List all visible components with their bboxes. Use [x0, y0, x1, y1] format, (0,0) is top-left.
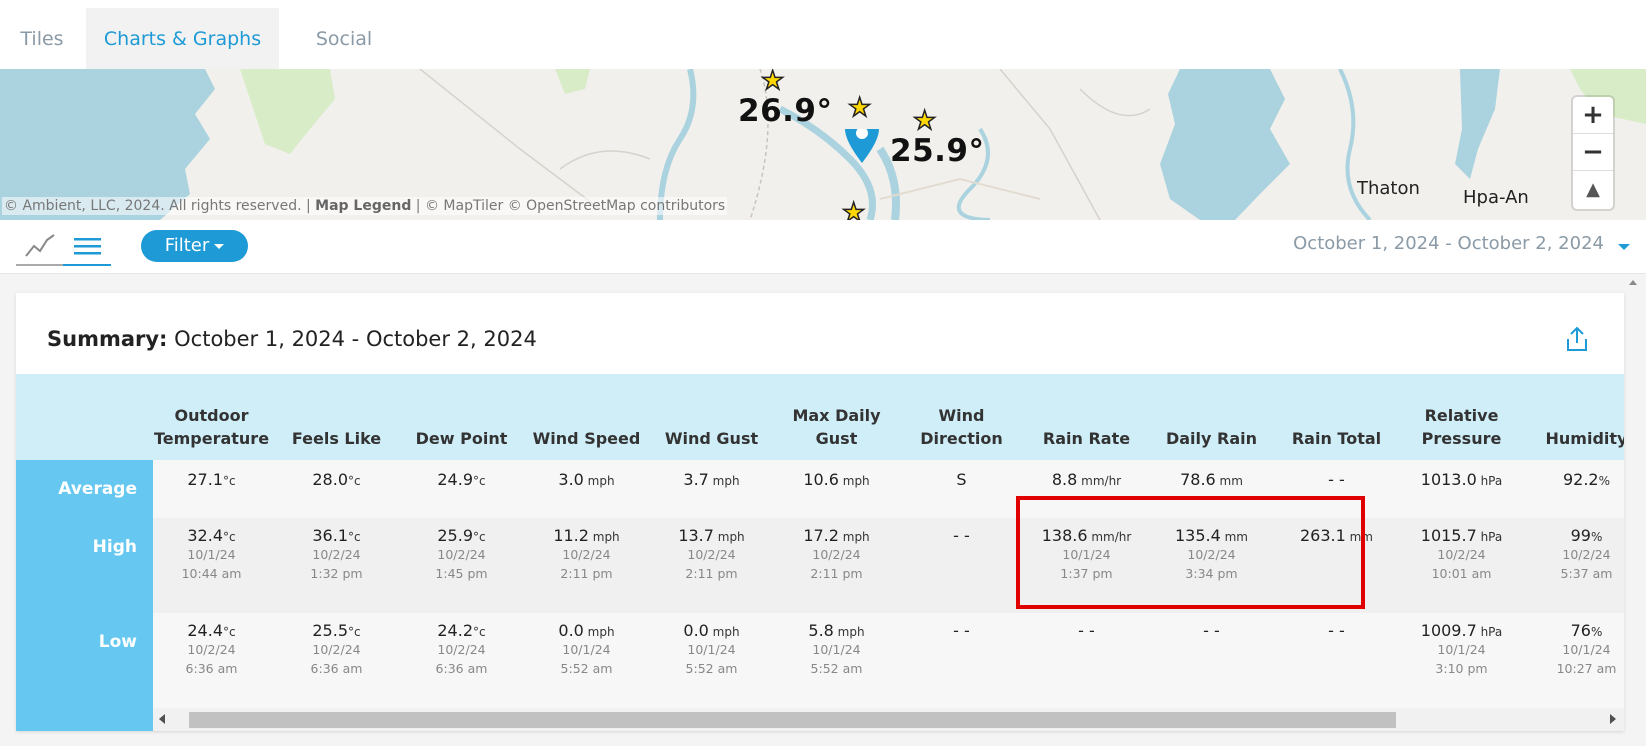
- map-attribution: © Ambient, LLC, 2024. All rights reserve…: [2, 197, 728, 215]
- table-cell-low: - -: [953, 621, 970, 640]
- table-cell-high: 13.7 mph 10/2/24 2:11 pm: [678, 526, 745, 581]
- map-legend-link[interactable]: Map Legend: [315, 198, 411, 214]
- tab-social[interactable]: Social: [296, 8, 392, 69]
- summary-title-range: October 1, 2024 - October 2, 2024: [174, 327, 537, 351]
- table-cell-average: 8.8 mm/hr: [1051, 470, 1122, 489]
- scroll-right-arrow[interactable]: [1610, 714, 1616, 724]
- table-cell-low: 76% 10/1/24 10:27 am: [1556, 621, 1617, 676]
- column-header: Max Daily Gust: [792, 406, 881, 448]
- column-header: Outdoor Temperature: [153, 406, 270, 448]
- column-header: Feels Like: [291, 429, 382, 448]
- chart-view-button[interactable]: [16, 226, 64, 266]
- compass-reset-button[interactable]: ▲: [1573, 171, 1613, 208]
- map-city-label: Thaton: [1357, 178, 1420, 199]
- table-cell-average: 24.9°c: [437, 470, 486, 489]
- column-header: Dew Point: [415, 429, 508, 448]
- table-cell-average: 78.6 mm: [1180, 470, 1243, 489]
- table-cell-average: 3.7 mph: [683, 470, 740, 489]
- column-header: Rain Total: [1291, 429, 1382, 448]
- filter-label: Filter: [164, 235, 210, 256]
- map-zoom-controls: + − ▲: [1573, 97, 1613, 209]
- table-cell-low: - -: [1203, 621, 1220, 640]
- table-cell-high: 1015.7 hPa 10/2/24 10:01 am: [1420, 526, 1503, 581]
- column-header: Wind Gust: [664, 429, 759, 448]
- table-cell-low: 24.4°c 10/2/24 6:36 am: [185, 621, 238, 676]
- tab-bar: Tiles Charts & Graphs Social: [0, 0, 1646, 69]
- caret-down-icon: [214, 243, 225, 249]
- column-header: Wind Speed: [532, 429, 641, 448]
- table-cell-high: 36.1°c 10/2/24 1:32 pm: [310, 526, 363, 581]
- table-cell-average: 27.1°c: [187, 470, 236, 489]
- station-star-icon[interactable]: ★: [760, 69, 785, 95]
- column-header: Relative Pressure: [1421, 406, 1502, 448]
- tab-charts-graphs[interactable]: Charts & Graphs: [86, 8, 279, 69]
- map-temp-label: 25.9°: [890, 133, 985, 169]
- location-pin-icon[interactable]: [845, 129, 879, 165]
- table-cell-low: 0.0 mph 10/1/24 5:52 am: [683, 621, 740, 676]
- row-label-high: High: [92, 537, 137, 557]
- table-cell-low: - -: [1328, 621, 1345, 640]
- table-cell-high: 32.4°c 10/1/24 10:44 am: [181, 526, 242, 581]
- tab-tiles[interactable]: Tiles: [0, 8, 84, 69]
- station-star-icon[interactable]: ★: [912, 107, 937, 135]
- table-cell-low: 5.8 mph 10/1/24 5:52 am: [808, 621, 865, 676]
- table-cell-average: 10.6 mph: [803, 470, 870, 489]
- row-label-average: Average: [58, 479, 137, 499]
- summary-title-label: Summary:: [47, 327, 168, 351]
- column-header: Rain Rate: [1042, 429, 1131, 448]
- scroll-up-arrow[interactable]: [1629, 280, 1637, 285]
- column-header: Humidity: [1545, 429, 1624, 448]
- table-cell-low: 1009.7 hPa 10/1/24 3:10 pm: [1420, 621, 1503, 676]
- highlight-box: [1016, 496, 1365, 609]
- summary-card: Summary: October 1, 2024 - October 2, 20…: [16, 293, 1624, 731]
- line-chart-icon: [25, 234, 55, 257]
- map-city-label: Hpa-An: [1463, 187, 1529, 208]
- zoom-in-button[interactable]: +: [1573, 97, 1613, 134]
- table-cell-low: 25.5°c 10/2/24 6:36 am: [310, 621, 363, 676]
- map-temp-label: 26.9°: [738, 93, 833, 129]
- station-star-icon[interactable]: ★: [847, 94, 872, 122]
- table-cell-low: - -: [1078, 621, 1095, 640]
- table-cell-high: 25.9°c 10/2/24 1:45 pm: [435, 526, 488, 581]
- chevron-down-icon[interactable]: [1618, 244, 1630, 250]
- table-cell-low: 24.2°c 10/2/24 6:36 am: [435, 621, 488, 676]
- table-cell-average: S: [956, 470, 967, 489]
- row-label-column: [16, 460, 153, 731]
- summary-title: Summary: October 1, 2024 - October 2, 20…: [47, 327, 537, 351]
- column-header: Daily Rain: [1165, 429, 1258, 448]
- date-range-selector[interactable]: October 1, 2024 - October 2, 2024: [1293, 233, 1604, 254]
- column-header: Wind Direction: [920, 406, 1003, 448]
- table-cell-average: 92.2%: [1562, 470, 1611, 489]
- table-cell-high: 17.2 mph 10/2/24 2:11 pm: [803, 526, 870, 581]
- table-cell-average: - -: [1328, 470, 1345, 489]
- table-cell-average: 28.0°c: [312, 470, 361, 489]
- table-cell-low: 0.0 mph 10/1/24 5:52 am: [558, 621, 615, 676]
- attribution-suffix: | © MapTiler © OpenStreetMap contributor…: [411, 198, 726, 214]
- table-cell-high: 11.2 mph 10/2/24 2:11 pm: [553, 526, 620, 581]
- view-toolbar: Filter October 1, 2024 - October 2, 2024: [0, 220, 1646, 274]
- scrollbar-thumb[interactable]: [189, 712, 1396, 728]
- table-cell-average: 1013.0 hPa: [1420, 470, 1503, 489]
- export-icon[interactable]: [1565, 325, 1589, 353]
- attribution-prefix: © Ambient, LLC, 2024. All rights reserve…: [4, 198, 316, 214]
- list-view-button[interactable]: [63, 226, 111, 266]
- row-label-low: Low: [98, 632, 137, 652]
- weather-map[interactable]: ★ ★ ★ ★ 26.9° 25.9° Thaton Hpa-An © Ambi…: [0, 69, 1646, 220]
- list-icon: [74, 238, 101, 255]
- zoom-out-button[interactable]: −: [1573, 134, 1613, 171]
- table-row-average: [153, 460, 1624, 518]
- table-cell-average: 3.0 mph: [558, 470, 615, 489]
- scroll-left-arrow[interactable]: [159, 714, 165, 724]
- filter-button[interactable]: Filter: [141, 230, 248, 262]
- table-cell-high: 99% 10/2/24 5:37 am: [1560, 526, 1613, 581]
- table-cell-high: - -: [953, 526, 970, 545]
- horizontal-scrollbar[interactable]: [153, 708, 1624, 731]
- station-star-icon[interactable]: ★: [841, 199, 866, 220]
